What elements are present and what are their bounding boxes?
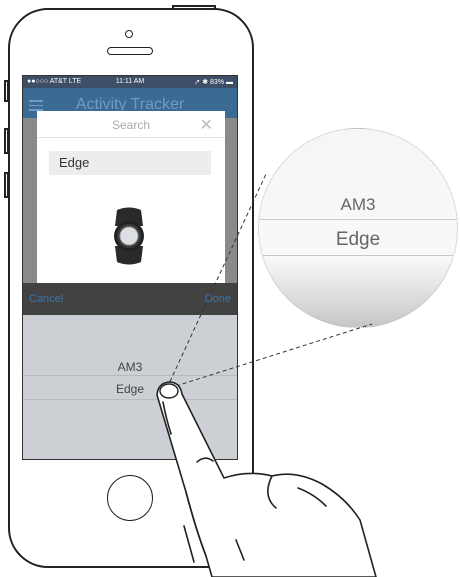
pointing-hand-icon [156,381,377,577]
callout-overlay [156,173,377,577]
callout-line-top [166,173,267,389]
callout-line-bottom [175,323,373,387]
fingertip-nail [159,383,179,399]
